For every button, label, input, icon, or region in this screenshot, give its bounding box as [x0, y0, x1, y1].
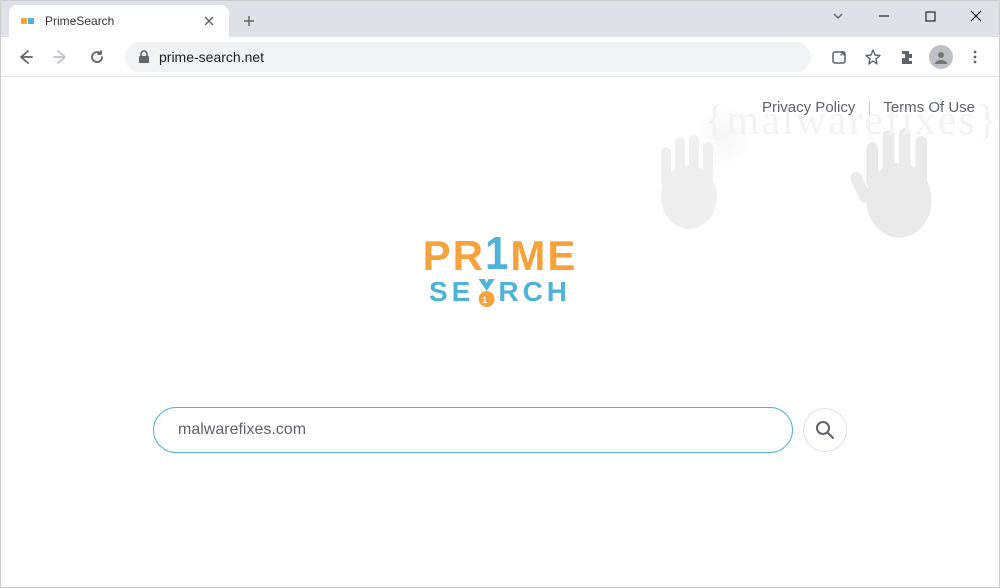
lock-icon	[137, 50, 151, 64]
page-content: {malwarefixes} Privacy Policy | Terms Of…	[1, 77, 999, 587]
logo-pr: PR	[423, 232, 485, 279]
star-icon[interactable]	[857, 41, 889, 73]
url-text: prime-search.net	[159, 49, 264, 65]
search-area	[153, 407, 847, 453]
header-links: Privacy Policy | Terms Of Use	[762, 99, 975, 116]
watermark-handprint2-icon	[639, 117, 739, 237]
window-controls	[823, 1, 999, 31]
share-icon[interactable]	[823, 41, 855, 73]
back-button[interactable]	[9, 41, 41, 73]
search-icon	[815, 420, 835, 440]
logo-se: SE	[429, 276, 474, 307]
logo-one: 1	[485, 227, 510, 280]
logo-me: ME	[510, 232, 577, 279]
forward-button[interactable]	[45, 41, 77, 73]
new-tab-button[interactable]	[235, 7, 263, 35]
link-separator: |	[868, 99, 872, 116]
terms-of-use-link[interactable]: Terms Of Use	[883, 99, 975, 116]
search-button[interactable]	[803, 408, 847, 452]
browser-tab[interactable]: PrimeSearch	[9, 5, 229, 37]
profile-button[interactable]	[925, 41, 957, 73]
close-window-button[interactable]	[953, 1, 999, 31]
avatar-icon	[929, 45, 953, 69]
chevron-down-icon[interactable]	[823, 1, 853, 31]
minimize-button[interactable]	[861, 1, 907, 31]
browser-toolbar: prime-search.net	[1, 37, 999, 77]
site-logo: PR1ME SE 1 RCH	[423, 232, 578, 309]
search-input[interactable]	[153, 407, 793, 453]
svg-text:1: 1	[482, 295, 491, 305]
address-bar[interactable]: prime-search.net	[125, 42, 811, 72]
menu-button[interactable]	[959, 41, 991, 73]
medal-icon: 1	[474, 279, 498, 309]
extensions-icon[interactable]	[891, 41, 923, 73]
tab-title: PrimeSearch	[45, 14, 193, 28]
watermark-handprint-icon	[839, 107, 959, 247]
maximize-button[interactable]	[907, 1, 953, 31]
browser-titlebar: PrimeSearch	[1, 1, 999, 37]
close-icon[interactable]	[201, 13, 217, 29]
privacy-policy-link[interactable]: Privacy Policy	[762, 99, 855, 116]
toolbar-actions	[823, 41, 991, 73]
tab-favicon-icon	[21, 13, 37, 29]
reload-button[interactable]	[81, 41, 113, 73]
logo-rch: RCH	[498, 276, 571, 307]
